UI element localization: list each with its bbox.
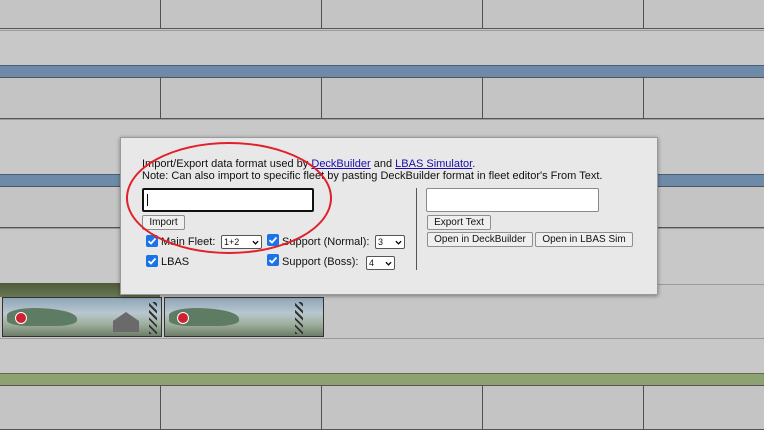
ship-banner-1 (2, 297, 162, 337)
background-row-4 (0, 385, 764, 430)
tower-image (295, 302, 303, 334)
background-cell (161, 0, 322, 29)
support-normal-checkbox[interactable] (267, 234, 279, 246)
support-normal-value: 3 (378, 237, 384, 247)
roundel-icon (177, 312, 189, 324)
background-strip (0, 30, 764, 66)
background-cell (644, 385, 764, 430)
open-in-lbas-sim-button[interactable]: Open in LBAS Sim (535, 232, 633, 247)
period-text: . (472, 158, 476, 170)
background-cell (161, 385, 322, 430)
lbas-label: LBAS (161, 256, 190, 268)
background-row-1 (0, 0, 764, 29)
and-text: and (373, 158, 393, 170)
section-divider (416, 188, 417, 270)
background-cell (644, 77, 764, 119)
check-icon (147, 237, 157, 245)
background-cell (322, 385, 483, 430)
ship-banner-2 (164, 297, 324, 337)
open-in-deckbuilder-button[interactable]: Open in DeckBuilder (427, 232, 533, 247)
check-icon (268, 236, 278, 244)
chevron-down-icon (395, 240, 402, 245)
main-fleet-select[interactable]: 1+2 (221, 235, 262, 249)
format-prefix-text: Import/Export data format used by (142, 158, 309, 170)
support-boss-select[interactable]: 4 (366, 256, 395, 270)
support-boss-value: 4 (369, 258, 375, 268)
chevron-down-icon (252, 240, 259, 245)
background-cell (483, 77, 644, 119)
support-normal-select[interactable]: 3 (375, 235, 405, 249)
background-cell (0, 77, 161, 119)
deckbuilder-link[interactable]: DeckBuilder (311, 158, 370, 170)
background-strip (0, 338, 764, 374)
background-cell (483, 0, 644, 29)
background-cell (644, 186, 764, 228)
main-fleet-label: Main Fleet: (161, 236, 216, 248)
main-fleet-checkbox[interactable] (146, 235, 158, 247)
lbas-checkbox[interactable] (146, 255, 158, 267)
background-cell (483, 385, 644, 430)
background-cell (161, 77, 322, 119)
background-cell (322, 0, 483, 29)
text-caret (147, 194, 148, 206)
lbas-simulator-link[interactable]: LBAS Simulator (395, 158, 472, 170)
support-boss-checkbox[interactable] (267, 254, 279, 266)
import-button[interactable]: Import (142, 215, 185, 230)
main-fleet-value: 1+2 (224, 237, 240, 247)
building-image (113, 312, 139, 332)
tower-image (149, 302, 157, 334)
import-text-input[interactable] (142, 188, 314, 212)
roundel-icon (15, 312, 27, 324)
background-cell (322, 77, 483, 119)
background-cell (0, 0, 161, 29)
import-note: Note: Can also import to specific fleet … (142, 170, 603, 182)
support-boss-label: Support (Boss): (282, 256, 359, 268)
format-description: Import/Export data format used by DeckBu… (142, 158, 475, 170)
chevron-down-icon (385, 261, 392, 266)
background-cell (644, 0, 764, 29)
import-export-dialog: Import/Export data format used by DeckBu… (120, 137, 658, 295)
background-row-2 (0, 77, 764, 119)
check-icon (147, 257, 157, 265)
background-cell (0, 385, 161, 430)
support-normal-label: Support (Normal): (282, 236, 370, 248)
export-text-button[interactable]: Export Text (427, 215, 491, 230)
export-text-input[interactable] (426, 188, 599, 212)
check-icon (268, 256, 278, 264)
